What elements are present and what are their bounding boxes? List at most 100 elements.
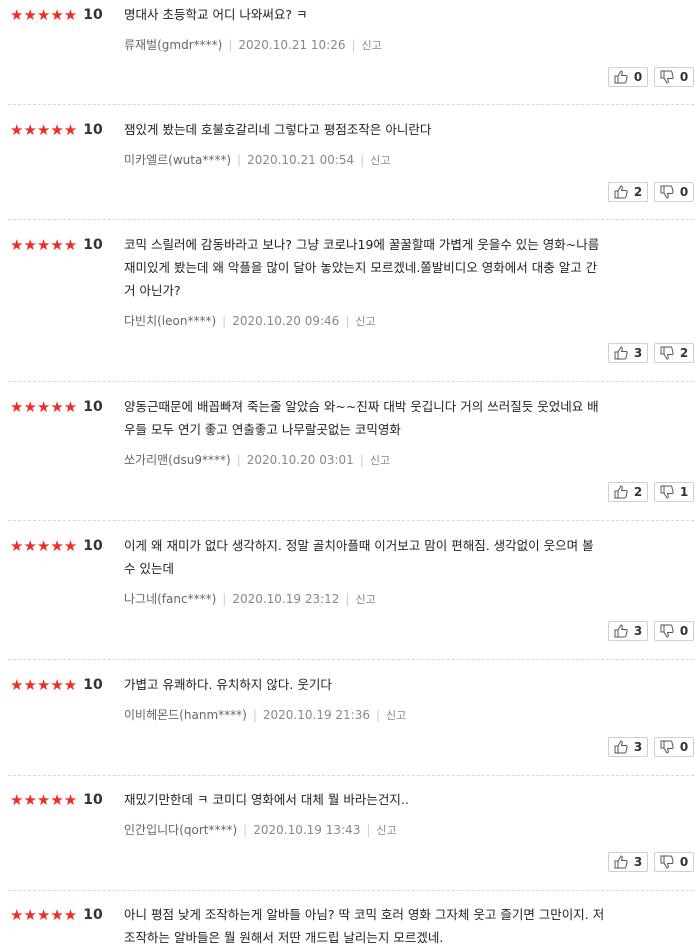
review-date: 2020.10.19 23:12 [232, 592, 340, 606]
rating: ★★★★★ 10 [10, 398, 103, 416]
dislike-button[interactable]: 0 [654, 737, 694, 757]
like-button[interactable]: 3 [608, 852, 648, 872]
dislike-count: 0 [679, 185, 689, 199]
review-text-line: 수 있는데 [124, 561, 174, 576]
like-button[interactable]: 3 [608, 621, 648, 641]
star-rating-icon: ★★★★★ [10, 121, 78, 139]
author-link[interactable]: 나그네(fanc****) [124, 592, 216, 606]
thumbs-up-icon [614, 70, 628, 84]
like-button[interactable]: 0 [608, 67, 648, 87]
rating-score: 10 [83, 7, 103, 23]
like-count: 2 [633, 185, 643, 199]
review-text: 재밌기만한데 ㅋ 코미디 영화에서 대체 뭘 바라는건지.. [124, 788, 684, 811]
author-link[interactable]: 류재벌(gmdr****) [124, 38, 222, 52]
review-text: 잼있게 봤는데 호불호갈리네 그렇다고 평점조작은 아니란다 [124, 118, 684, 141]
star-rating-icon: ★★★★★ [10, 398, 78, 416]
rating: ★★★★★ 10 [10, 121, 103, 139]
report-link[interactable]: 신고 [355, 593, 375, 606]
like-count: 3 [633, 346, 643, 360]
review-text-line: 양동근때문에 배꼽빠져 죽는줄 알았슴 와~~진짜 대박 웃깁니다 거의 쓰러질… [124, 399, 599, 414]
author-link[interactable]: 쏘가리맨(dsu9****) [124, 453, 231, 467]
review-date: 2020.10.20 03:01 [246, 453, 354, 467]
dislike-count: 0 [679, 855, 689, 869]
review-text: 이게 왜 재미가 없다 생각하지. 정말 골치아플때 이거보고 맘이 편해짐. … [124, 534, 684, 580]
rating-score: 10 [83, 538, 103, 554]
review-text: 양동근때문에 배꼽빠져 죽는줄 알았슴 와~~진짜 대박 웃깁니다 거의 쓰러질… [124, 395, 684, 441]
like-count: 3 [633, 624, 643, 638]
review-text-line: 재미있게 봤는데 왜 악플을 많이 달아 놓았는지 모르겠네.쫄발비디오 영화에… [124, 260, 598, 275]
thumbs-down-icon [660, 185, 674, 199]
review-text-line: 가볍고 유쾌하다. 유치하지 않다. 웃기다 [124, 677, 332, 692]
like-count: 3 [633, 740, 643, 754]
author-link[interactable]: 인간입니다(qort****) [124, 823, 237, 837]
review-date: 2020.10.19 13:43 [253, 823, 361, 837]
like-count: 0 [633, 70, 643, 84]
like-button[interactable]: 3 [608, 737, 648, 757]
like-button[interactable]: 2 [608, 182, 648, 202]
review-meta: 인간입니다(qort****) | 2020.10.19 13:43 | 신고 [124, 823, 397, 837]
review-text-line: 조작하는 알바들은 뭘 원해서 저딴 개드립 날리는지 모르겠네. [124, 930, 444, 945]
thumbs-down-icon [660, 485, 674, 499]
vote-group: 2 1 [608, 482, 694, 502]
dislike-count: 0 [679, 740, 689, 754]
dislike-count: 0 [679, 70, 689, 84]
divider [8, 520, 694, 521]
rating-score: 10 [83, 399, 103, 415]
report-link[interactable]: 신고 [362, 39, 382, 52]
review-text-line: 우들 모두 연기 좋고 연출좋고 나무랄곳없는 코믹영화 [124, 422, 401, 437]
author-link[interactable]: 미카엘르(wuta****) [124, 153, 231, 167]
review-text-line: 재밌기만한데 ㅋ 코미디 영화에서 대체 뭘 바라는건지.. [124, 792, 409, 807]
vote-group: 3 0 [608, 621, 694, 641]
report-link[interactable]: 신고 [370, 454, 390, 467]
dislike-count: 0 [679, 624, 689, 638]
vote-group: 3 0 [608, 852, 694, 872]
review-date: 2020.10.21 10:26 [238, 38, 346, 52]
divider [8, 381, 694, 382]
review-text-line: 코믹 스릴러에 감동바라고 보나? 그냥 코로나19에 꿀꿀할때 가볍게 웃을수… [124, 237, 600, 252]
report-link[interactable]: 신고 [355, 315, 375, 328]
divider [8, 775, 694, 776]
divider [8, 659, 694, 660]
review-text: 코믹 스릴러에 감동바라고 보나? 그냥 코로나19에 꿀꿀할때 가볍게 웃을수… [124, 233, 684, 302]
rating-score: 10 [83, 122, 103, 138]
review-date: 2020.10.19 21:36 [262, 708, 370, 722]
dislike-count: 1 [679, 485, 689, 499]
review-text-line: 명대사 초등학교 어디 나와써요? ㅋ [124, 7, 308, 22]
rating: ★★★★★ 10 [10, 6, 103, 24]
divider [8, 104, 694, 105]
author-link[interactable]: 이비헤몬드(hanm****) [124, 708, 247, 722]
report-link[interactable]: 신고 [376, 824, 396, 837]
divider [8, 890, 694, 891]
review-meta: 쏘가리맨(dsu9****) | 2020.10.20 03:01 | 신고 [124, 453, 391, 467]
review-meta: 미카엘르(wuta****) | 2020.10.21 00:54 | 신고 [124, 153, 391, 167]
review-text: 아니 평점 낮게 조작하는게 알바들 아님? 딱 코믹 호러 영화 그자체 웃고… [124, 903, 684, 949]
star-rating-icon: ★★★★★ [10, 6, 78, 24]
like-button[interactable]: 3 [608, 343, 648, 363]
dislike-button[interactable]: 2 [654, 343, 694, 363]
like-count: 2 [633, 485, 643, 499]
dislike-button[interactable]: 0 [654, 182, 694, 202]
dislike-button[interactable]: 0 [654, 67, 694, 87]
thumbs-up-icon [614, 624, 628, 638]
review-meta: 나그네(fanc****) | 2020.10.19 23:12 | 신고 [124, 592, 376, 606]
review-text-line: 아니 평점 낮게 조작하는게 알바들 아님? 딱 코믹 호러 영화 그자체 웃고… [124, 907, 605, 922]
dislike-button[interactable]: 0 [654, 621, 694, 641]
dislike-button[interactable]: 0 [654, 852, 694, 872]
review-text: 명대사 초등학교 어디 나와써요? ㅋ [124, 3, 684, 26]
vote-group: 3 0 [608, 737, 694, 757]
star-rating-icon: ★★★★★ [10, 236, 78, 254]
report-link[interactable]: 신고 [386, 709, 406, 722]
rating: ★★★★★ 10 [10, 906, 103, 924]
thumbs-down-icon [660, 855, 674, 869]
vote-group: 3 2 [608, 343, 694, 363]
like-button[interactable]: 2 [608, 482, 648, 502]
rating: ★★★★★ 10 [10, 791, 103, 809]
report-link[interactable]: 신고 [370, 154, 390, 167]
rating-score: 10 [83, 677, 103, 693]
divider [8, 219, 694, 220]
thumbs-down-icon [660, 70, 674, 84]
review-text-line: 잼있게 봤는데 호불호갈리네 그렇다고 평점조작은 아니란다 [124, 122, 432, 137]
author-link[interactable]: 다빈치(leon****) [124, 314, 216, 328]
rating-score: 10 [83, 907, 103, 923]
dislike-button[interactable]: 1 [654, 482, 694, 502]
